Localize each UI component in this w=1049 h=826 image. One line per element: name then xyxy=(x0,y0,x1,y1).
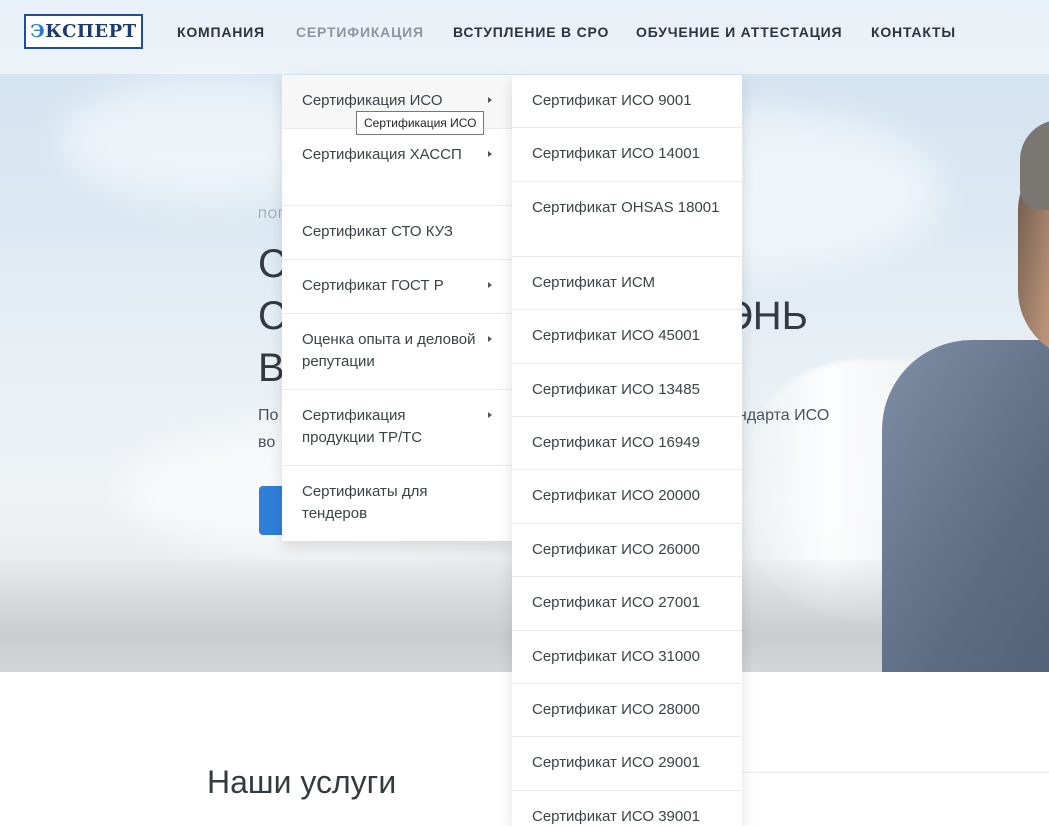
submenu-item-tenders[interactable]: Сертификаты для тендеров xyxy=(282,466,512,541)
hero-text-fragment: ндарта ИСО xyxy=(738,407,830,424)
iso-item[interactable]: Сертификат ИСМ xyxy=(512,257,742,310)
caret-right-icon xyxy=(488,151,492,157)
site-logo[interactable]: Э КСПЕРТ xyxy=(24,14,143,49)
hero-title-line: В xyxy=(258,346,285,390)
iso-item[interactable]: Сертификат ИСО 20000 xyxy=(512,470,742,524)
caret-right-icon xyxy=(488,97,492,103)
certification-dropdown: Сертификация ИСО Сертификация ХАССП Серт… xyxy=(282,75,512,541)
iso-item[interactable]: Сертификат ИСО 16949 xyxy=(512,417,742,470)
submenu-item-tr-ts[interactable]: Сертификация продукции ТР/ТС xyxy=(282,390,512,466)
iso-item[interactable]: Сертификат ИСО 13485 xyxy=(512,364,742,417)
caret-right-icon xyxy=(488,282,492,288)
iso-item[interactable]: Сертификат ИСО 9001 xyxy=(512,75,742,128)
submenu-item-label: Сертификация ИСО xyxy=(302,92,443,109)
section-divider xyxy=(742,772,1049,773)
iso-item[interactable]: Сертификат ИСО 39001 xyxy=(512,791,742,826)
submenu-item-label: Сертификаты для тендеров xyxy=(302,483,428,522)
submenu-item-reputation[interactable]: Оценка опыта и деловой репутации xyxy=(282,314,512,390)
nav-item-company[interactable]: КОМПАНИЯ xyxy=(177,22,265,42)
submenu-item-label: Сертификат СТО КУЗ xyxy=(302,223,453,240)
businessman-image xyxy=(882,340,1049,672)
iso-item[interactable]: Сертификат ИСО 28000 xyxy=(512,684,742,737)
submenu-item-gost-r[interactable]: Сертификат ГОСТ Р xyxy=(282,260,512,314)
iso-item[interactable]: Сертификат ИСО 27001 xyxy=(512,577,742,631)
iso-item[interactable]: Сертификат OHSAS 18001 xyxy=(512,182,742,257)
logo-text: КСПЕРТ xyxy=(45,21,137,42)
caret-right-icon xyxy=(488,412,492,418)
nav-item-contacts[interactable]: КОНТАКТЫ xyxy=(871,22,956,42)
nav-item-sro[interactable]: ВСТУПЛЕНИЕ В СРО xyxy=(453,22,609,42)
submenu-item-haccp[interactable]: Сертификация ХАССП xyxy=(282,129,512,206)
hero-text-line: во xyxy=(258,434,276,451)
submenu-item-sto-kuz[interactable]: Сертификат СТО КУЗ xyxy=(282,206,512,260)
iso-item[interactable]: Сертификат ИСО 29001 xyxy=(512,737,742,791)
nav-item-training[interactable]: ОБУЧЕНИЕ И АТТЕСТАЦИЯ xyxy=(636,22,842,42)
submenu-item-label: Сертификация ХАССП xyxy=(302,146,462,163)
hero-text-line: По xyxy=(258,407,279,424)
caret-right-icon xyxy=(488,336,492,342)
iso-item[interactable]: Сертификат ИСО 31000 xyxy=(512,631,742,684)
submenu-item-label: Оценка опыта и деловой репутации xyxy=(302,331,476,370)
submenu-item-label: Сертификация продукции ТР/ТС xyxy=(302,407,423,446)
iso-item[interactable]: Сертификат ИСО 14001 xyxy=(512,128,742,182)
site-header: Э КСПЕРТ КОМПАНИЯ СЕРТИФИКАЦИЯ ВСТУПЛЕНИЕ… xyxy=(0,0,1049,74)
nav-item-certification[interactable]: СЕРТИФИКАЦИЯ xyxy=(296,22,424,42)
services-heading: Наши услуги xyxy=(207,764,397,800)
iso-item[interactable]: Сертификат ИСО 26000 xyxy=(512,524,742,577)
logo-first-letter: Э xyxy=(30,21,46,42)
submenu-item-label: Сертификат ГОСТ Р xyxy=(302,277,444,294)
tooltip: Сертификация ИСО xyxy=(356,111,485,135)
iso-dropdown: Сертификат ИСО 9001 Сертификат ИСО 14001… xyxy=(512,75,742,826)
iso-item[interactable]: Сертификат ИСО 45001 xyxy=(512,310,742,364)
businessman-hair-image xyxy=(1020,120,1049,210)
